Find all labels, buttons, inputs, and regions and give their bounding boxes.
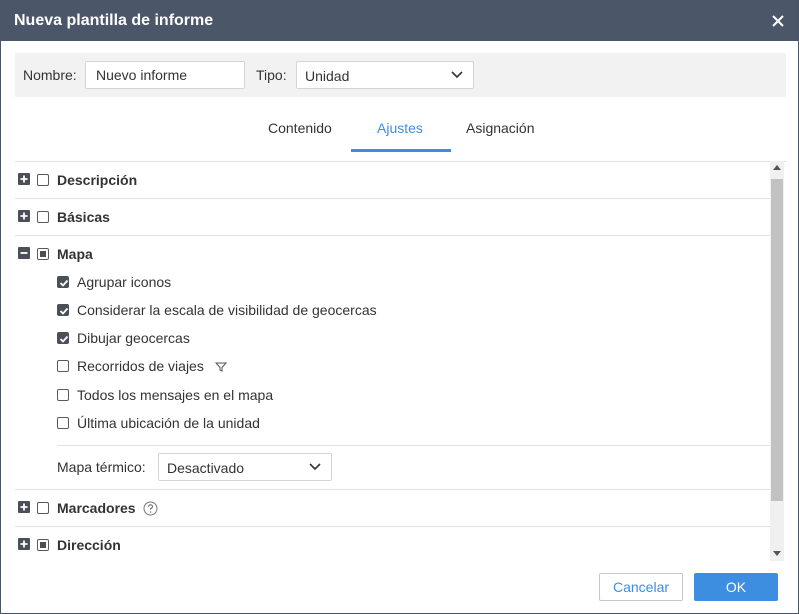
section-header: Marcadores (15, 490, 770, 526)
option-checkbox[interactable] (57, 417, 69, 429)
close-icon[interactable] (770, 13, 786, 29)
section-header: Dirección (15, 527, 770, 561)
section-mapa: Mapa Agrupar iconos Considerar la escala… (15, 236, 770, 490)
option-checkbox[interactable] (57, 332, 69, 344)
option-label: Recorridos de viajes (77, 358, 204, 374)
section-checkbox[interactable] (37, 502, 49, 514)
ok-button[interactable]: OK (694, 573, 778, 601)
heatmap-select-value: Desactivado (167, 460, 245, 476)
section-direccion: Dirección (15, 527, 770, 561)
scroll-up-arrow-icon[interactable] (773, 165, 781, 170)
scroll-down-arrow-icon[interactable] (773, 551, 781, 556)
option-label: Agrupar iconos (77, 274, 172, 290)
dialog-title: Nueva plantilla de informe (14, 12, 214, 29)
option-label: Última ubicación de la unidad (77, 415, 260, 431)
tab-bar: Contenido Ajustes Asignación (1, 109, 798, 153)
chevron-down-icon (309, 463, 321, 471)
expand-plus-icon[interactable] (18, 538, 30, 550)
type-label: Tipo: (256, 67, 287, 83)
option-checkbox[interactable] (57, 304, 69, 316)
option-label: Todos los mensajes en el mapa (77, 387, 274, 403)
settings-panel: Descripción Básicas Mapa Agrupar iconos … (15, 161, 786, 561)
tab-asignacion[interactable]: Asignación (466, 120, 535, 136)
scrollbar-thumb[interactable] (771, 179, 783, 501)
type-select-value: Unidad (305, 68, 350, 84)
section-title: Básicas (57, 209, 110, 225)
section-title: Marcadores (57, 500, 136, 516)
name-type-row: Nombre: Tipo: Unidad (15, 53, 786, 97)
vertical-scrollbar[interactable] (770, 161, 784, 561)
type-select[interactable]: Unidad (296, 61, 474, 89)
name-label: Nombre: (23, 67, 77, 83)
filter-icon[interactable] (215, 362, 227, 372)
heatmap-label: Mapa térmico: (57, 459, 146, 475)
heatmap-select[interactable]: Desactivado (158, 453, 332, 481)
section-checkbox[interactable] (37, 211, 49, 223)
section-checkbox[interactable] (37, 248, 49, 260)
option-label: Dibujar geocercas (77, 330, 190, 346)
help-icon[interactable] (143, 501, 158, 516)
expand-plus-icon[interactable] (18, 173, 30, 185)
expand-plus-icon[interactable] (18, 501, 30, 513)
section-title: Dirección (57, 537, 121, 553)
option-checkbox[interactable] (57, 276, 69, 288)
section-title: Descripción (57, 172, 138, 188)
divider (57, 445, 770, 446)
section-header: Descripción (15, 162, 770, 198)
chevron-down-icon (451, 71, 463, 79)
option-checkbox[interactable] (57, 389, 69, 401)
tab-ajustes[interactable]: Ajustes (377, 120, 423, 136)
section-header: Mapa (15, 236, 770, 272)
expand-plus-icon[interactable] (18, 210, 30, 222)
section-marcadores: Marcadores (15, 490, 770, 527)
section-basicas: Básicas (15, 199, 770, 236)
section-header: Básicas (15, 199, 770, 235)
tab-contenido[interactable]: Contenido (268, 120, 332, 136)
section-descripcion: Descripción (15, 162, 770, 199)
dialog-titlebar: Nueva plantilla de informe (1, 1, 798, 41)
option-label: Considerar la escala de visibilidad de g… (77, 302, 377, 318)
collapse-minus-icon[interactable] (18, 247, 30, 259)
cancel-button[interactable]: Cancelar (599, 573, 683, 601)
active-tab-indicator (351, 149, 451, 152)
option-checkbox[interactable] (57, 360, 69, 372)
report-template-dialog: Nueva plantilla de informe Nombre: Tipo:… (0, 0, 799, 614)
section-title: Mapa (57, 246, 93, 262)
section-checkbox[interactable] (37, 539, 49, 551)
section-checkbox[interactable] (37, 174, 49, 186)
name-input[interactable] (85, 61, 245, 89)
